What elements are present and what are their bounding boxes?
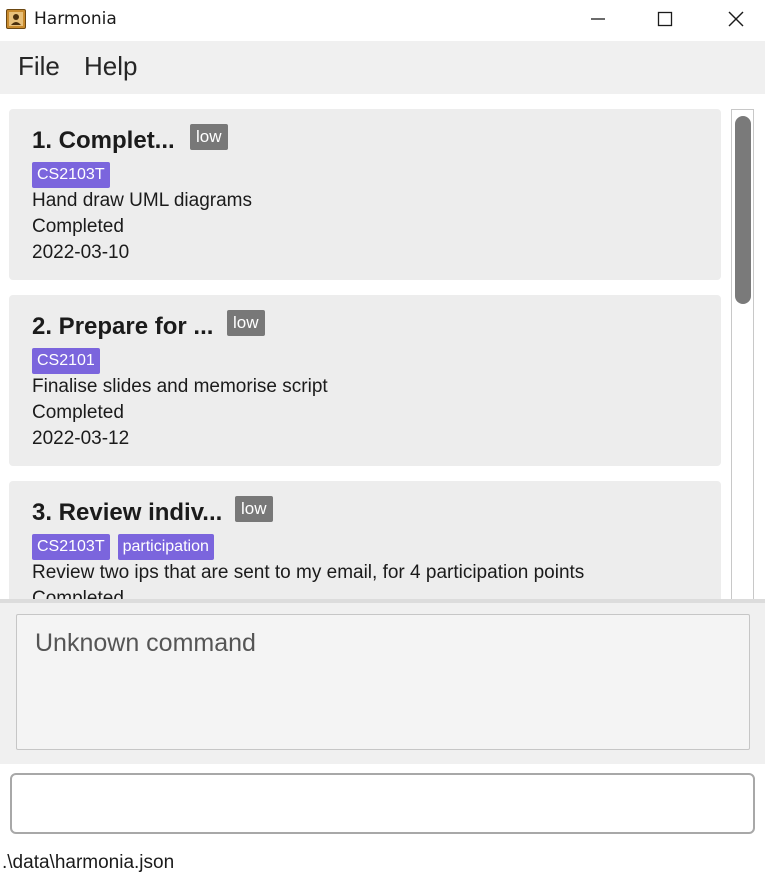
task-card[interactable]: 2. Prepare for ... low CS2101 Finalise s… — [9, 295, 721, 466]
task-list-scrollbar[interactable] — [731, 109, 754, 600]
task-title: 3. Review indiv... — [32, 499, 223, 526]
status-bar: .\data\harmonia.json — [0, 846, 765, 880]
scrollbar-thumb[interactable] — [735, 116, 751, 304]
result-message: Unknown command — [35, 629, 256, 657]
command-input[interactable] — [10, 773, 755, 834]
result-panel: Unknown command — [0, 603, 765, 764]
task-description: Finalise slides and memorise script — [32, 376, 328, 397]
tag-list: CS2101 — [32, 348, 108, 374]
tag-list: CS2103T — [32, 162, 118, 188]
priority-badge: low — [235, 496, 273, 522]
window-title: Harmonia — [34, 9, 117, 29]
task-description: Hand draw UML diagrams — [32, 190, 252, 211]
task-card[interactable]: 1. Complet... low CS2103T Hand draw UML … — [9, 109, 721, 280]
tag: CS2103T — [32, 162, 110, 188]
task-deadline: 2022-03-12 — [32, 428, 130, 449]
tag: CS2103T — [32, 534, 110, 560]
tag: CS2101 — [32, 348, 100, 374]
minimize-icon[interactable] — [575, 0, 621, 38]
priority-badge: low — [190, 124, 228, 150]
task-title: 2. Prepare for ... — [32, 313, 214, 340]
task-status: Completed — [32, 216, 124, 237]
title-bar: Harmonia — [0, 0, 765, 40]
app-icon — [6, 9, 26, 29]
command-panel — [0, 764, 765, 846]
app-window: Harmonia File Help 1. Complet... low CS2… — [0, 0, 765, 880]
task-card[interactable]: 3. Review indiv... low CS2103T participat… — [9, 481, 721, 600]
result-display[interactable]: Unknown command — [16, 614, 750, 750]
task-status: Completed — [32, 402, 124, 423]
task-title: 1. Complet... — [32, 127, 175, 154]
close-icon[interactable] — [713, 0, 759, 38]
task-description: Review two ips that are sent to my email… — [32, 562, 585, 583]
save-location: .\data\harmonia.json — [2, 852, 175, 873]
menu-file[interactable]: File — [18, 51, 60, 82]
priority-badge: low — [227, 310, 265, 336]
menu-bar: File Help — [0, 41, 765, 94]
tag-list: CS2103T participation — [32, 534, 222, 560]
menu-help[interactable]: Help — [84, 51, 137, 82]
tag: participation — [117, 534, 214, 560]
maximize-icon[interactable] — [642, 0, 688, 38]
task-list[interactable]: 1. Complet... low CS2103T Hand draw UML … — [0, 94, 765, 600]
task-deadline: 2022-03-10 — [32, 242, 130, 263]
